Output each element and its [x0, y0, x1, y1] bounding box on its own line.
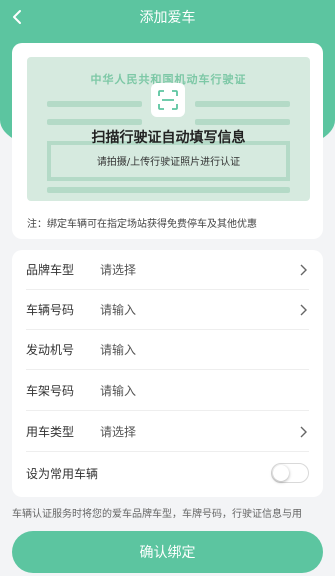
- default-vehicle-label: 设为常用车辆: [26, 466, 99, 481]
- page-title: 添加爱车: [139, 10, 196, 26]
- license-line: [195, 101, 290, 107]
- plate-number-input[interactable]: 请输入: [100, 301, 297, 318]
- scan-sub-text: 请拍摄/上传行驶证照片进行认证: [96, 157, 241, 168]
- engine-number-input[interactable]: 请输入: [100, 341, 309, 358]
- chevron-right-icon: [297, 303, 309, 317]
- form-row-plate-number[interactable]: 车辆号码 请输入: [26, 290, 309, 330]
- default-vehicle-toggle[interactable]: [271, 463, 309, 483]
- scan-license-card: 中华人民共和国机动车行驶证 扫描行驶证自动填写信息 请拍摄/上传行驶证照片进行认…: [12, 43, 323, 239]
- confirm-bind-button[interactable]: 确认绑定: [12, 531, 323, 573]
- license-line: [195, 119, 290, 125]
- toggle-knob: [273, 465, 289, 481]
- confirm-bind-label: 确认绑定: [139, 545, 196, 561]
- chevron-left-icon: [13, 10, 21, 24]
- form-row-label: 车架号码: [26, 384, 75, 398]
- back-button[interactable]: [8, 6, 26, 28]
- form-row-label: 车辆号码: [26, 303, 75, 317]
- form-row-label: 发动机号: [26, 343, 75, 357]
- license-line: [47, 119, 142, 125]
- nav-bar: 添加爱车: [0, 0, 335, 34]
- form-row-vin[interactable]: 车架号码 请输入: [26, 371, 309, 411]
- vin-input[interactable]: 请输入: [100, 382, 309, 399]
- scan-icon: [151, 83, 185, 117]
- vehicle-form-card: 品牌车型 请选择 车辆号码 请输入 发动机号 请输入 车架号码 请输入 用车类型…: [12, 250, 323, 497]
- chevron-right-icon: [297, 425, 309, 439]
- form-row-engine-number[interactable]: 发动机号 请输入: [26, 330, 309, 370]
- form-row-usage-type[interactable]: 用车类型 请选择: [26, 412, 309, 452]
- brand-model-select[interactable]: 请选择: [100, 261, 297, 278]
- binding-note: 注：绑定车辆可在指定场站获得免费停车及其他优惠: [27, 219, 257, 230]
- form-row-label: 品牌车型: [26, 263, 75, 277]
- license-line: [47, 187, 290, 193]
- form-row-brand-model[interactable]: 品牌车型 请选择: [26, 250, 309, 290]
- scan-main-text: 扫描行驶证自动填写信息: [91, 130, 246, 146]
- usage-type-select[interactable]: 请选择: [100, 423, 297, 440]
- chevron-right-icon: [297, 263, 309, 277]
- scan-license-area[interactable]: 中华人民共和国机动车行驶证 扫描行驶证自动填写信息 请拍摄/上传行驶证照片进行认…: [27, 57, 310, 201]
- privacy-notice: 车辆认证服务时将您的爱车品牌车型，车牌号码，行驶证信息与用: [12, 509, 302, 520]
- form-row-label: 用车类型: [26, 425, 75, 439]
- form-row-default-vehicle: 设为常用车辆: [26, 453, 309, 493]
- license-line: [47, 101, 142, 107]
